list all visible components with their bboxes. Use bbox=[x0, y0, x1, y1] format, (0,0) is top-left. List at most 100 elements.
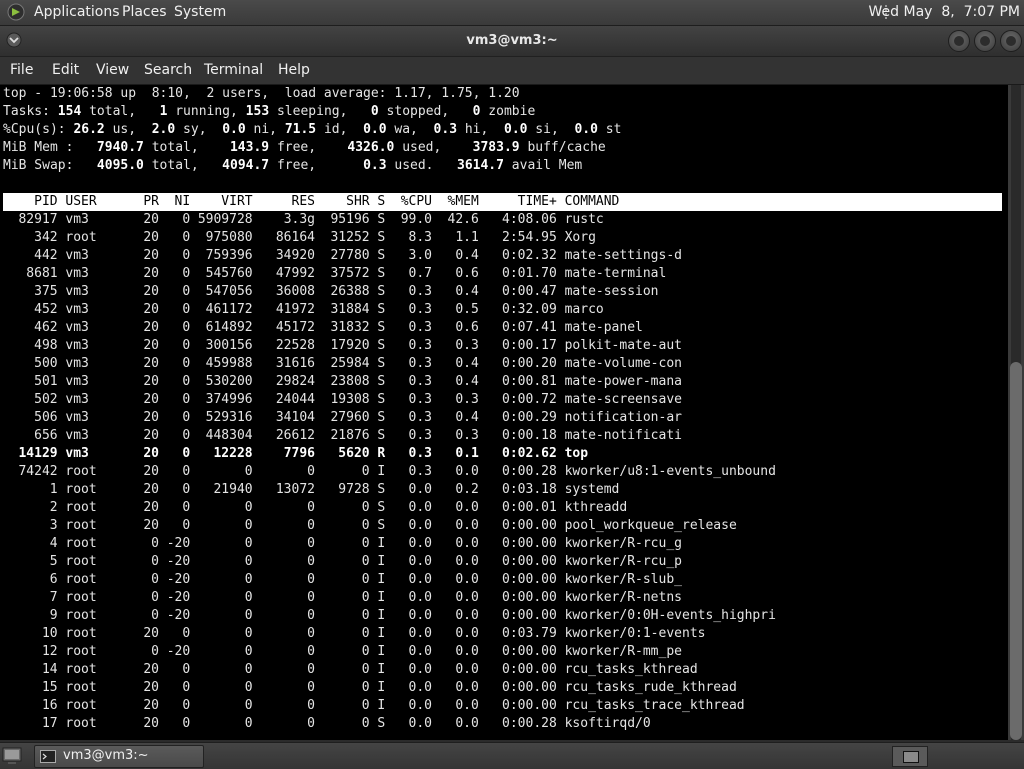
summary-segment: 3783.9 bbox=[472, 140, 520, 155]
table-cell: 374996 bbox=[205, 392, 253, 407]
table-cell: 0 bbox=[361, 716, 370, 731]
table-cell: 17 bbox=[41, 716, 58, 731]
table-cell: 20 bbox=[143, 626, 159, 641]
table-cell: 0:32.09 bbox=[502, 302, 557, 317]
table-cell: 31832 bbox=[330, 320, 370, 335]
table-cell: 502 bbox=[34, 392, 58, 407]
table-row: 452 vm3 20 0 461172 41972 31884 S 0.3 0.5 0:32.09 m… bbox=[3, 301, 1002, 319]
places-menu[interactable]: Places bbox=[122, 4, 167, 20]
table-cell: 41972 bbox=[275, 302, 315, 317]
system-menu[interactable]: System bbox=[174, 4, 226, 20]
table-cell: vm3 bbox=[65, 284, 89, 299]
table-cell: 300156 bbox=[205, 338, 253, 353]
table-cell: S bbox=[377, 500, 386, 515]
menu-view[interactable]: View bbox=[96, 62, 129, 78]
table-cell: vm3 bbox=[65, 320, 89, 335]
column-header: TIME+ bbox=[517, 194, 557, 209]
table-cell: 0 bbox=[244, 464, 253, 479]
summary-segment: MiB Swap: bbox=[3, 158, 97, 173]
table-cell: 0 bbox=[307, 680, 315, 695]
summary-line: %Cpu(s): 26.2 us, 2.0 sy, 0.0 ni, 71.5 i… bbox=[3, 121, 621, 139]
table-cell: 0:03.79 bbox=[502, 626, 557, 641]
table-cell: 34920 bbox=[275, 248, 315, 263]
summary-segment: used. bbox=[386, 158, 457, 173]
table-cell: 20 bbox=[143, 338, 159, 353]
table-cell: kworker/R-rcu_p bbox=[564, 554, 682, 569]
table-row: 82917 vm3 20 0 5909728 3.3g 95196 S 99.0 42.6 4:08… bbox=[3, 211, 1002, 229]
table-cell: 2 bbox=[49, 500, 58, 515]
workspace-switcher[interactable] bbox=[892, 746, 928, 767]
table-cell: 0:01.70 bbox=[502, 266, 557, 281]
menu-terminal[interactable]: Terminal bbox=[204, 62, 263, 78]
table-cell: 31616 bbox=[275, 356, 315, 371]
table-cell: 0 bbox=[182, 320, 191, 335]
table-cell: 975080 bbox=[205, 230, 253, 245]
table-cell: 0 bbox=[307, 644, 315, 659]
table-cell: mate-volume-con bbox=[564, 356, 682, 371]
taskbar-terminal-button[interactable]: vm3@vm3:~ bbox=[34, 745, 204, 768]
table-cell: 0 bbox=[361, 554, 370, 569]
applications-icon[interactable] bbox=[7, 3, 25, 21]
table-cell: 0 bbox=[361, 698, 370, 713]
table-cell: 0.0 bbox=[455, 590, 479, 605]
menu-search[interactable]: Search bbox=[144, 62, 192, 78]
table-cell: 20 bbox=[143, 500, 159, 515]
applications-menu[interactable]: Applications bbox=[34, 4, 120, 20]
menu-edit[interactable]: Edit bbox=[52, 62, 79, 78]
summary-segment: free, bbox=[269, 140, 348, 155]
clock[interactable]: Wed May 8, 7:07 PM bbox=[869, 4, 1020, 20]
table-cell: 20 bbox=[143, 356, 159, 371]
table-cell: root bbox=[65, 644, 97, 659]
summary-segment: hi, bbox=[457, 122, 504, 137]
summary-segment: 0.3 bbox=[433, 122, 458, 137]
show-desktop-icon[interactable] bbox=[2, 746, 22, 765]
table-cell: 23808 bbox=[330, 374, 370, 389]
table-cell: 0:00.00 bbox=[502, 572, 557, 587]
table-cell: 20 bbox=[143, 716, 159, 731]
table-cell: 21876 bbox=[330, 428, 370, 443]
table-row: 10 root 20 0 0 0 0 I 0.0 0.0 0:03.79 kworker/0:1-ev… bbox=[3, 625, 1002, 643]
table-cell: 0.7 bbox=[408, 266, 432, 281]
table-row: 14 root 20 0 0 0 0 I 0.0 0.0 0:00.00 rcu_tasks_kthr… bbox=[3, 661, 1002, 679]
terminal-scrollbar[interactable] bbox=[1008, 85, 1024, 740]
table-cell: 0 bbox=[307, 464, 315, 479]
table-cell: 0 bbox=[151, 536, 159, 551]
window-titlebar[interactable]: vm3@vm3:~ bbox=[0, 26, 1024, 57]
table-cell: -20 bbox=[166, 536, 191, 551]
table-cell: 0 bbox=[182, 392, 191, 407]
table-cell: 20 bbox=[143, 428, 159, 443]
table-cell: 461172 bbox=[205, 302, 253, 317]
table-cell: 0.0 bbox=[408, 680, 432, 695]
table-cell: 22528 bbox=[275, 338, 315, 353]
summary-segment: 153 bbox=[245, 104, 270, 119]
table-cell: I bbox=[377, 554, 386, 569]
table-cell: vm3 bbox=[65, 446, 89, 461]
table-cell: root bbox=[65, 536, 97, 551]
menu-help[interactable]: Help bbox=[278, 62, 310, 78]
table-cell: 1 bbox=[49, 482, 58, 497]
table-cell: 501 bbox=[34, 374, 58, 389]
close-button[interactable] bbox=[1000, 30, 1022, 52]
maximize-button[interactable] bbox=[974, 30, 996, 52]
table-cell: vm3 bbox=[65, 374, 89, 389]
table-cell: 0.0 bbox=[455, 608, 479, 623]
table-cell: 3 bbox=[49, 518, 58, 533]
table-cell: 0.4 bbox=[455, 356, 479, 371]
table-cell: rcu_tasks_trace_kthread bbox=[564, 698, 745, 713]
table-cell: root bbox=[65, 572, 97, 587]
table-cell: 0 bbox=[361, 662, 370, 677]
table-cell: S bbox=[377, 410, 386, 425]
table-cell: S bbox=[377, 284, 386, 299]
table-row: 7 root 0 -20 0 0 0 I 0.0 0.0 0:00.00 kworker/R-netn… bbox=[3, 589, 1002, 607]
table-cell: 0 bbox=[244, 698, 253, 713]
table-cell: 0:00.29 bbox=[502, 410, 557, 425]
minimize-button[interactable] bbox=[948, 30, 970, 52]
table-cell: 6 bbox=[49, 572, 58, 587]
table-cell: 0:00.47 bbox=[502, 284, 557, 299]
table-cell: 0 bbox=[182, 680, 191, 695]
table-cell: 342 bbox=[34, 230, 58, 245]
scrollbar-thumb[interactable] bbox=[1010, 362, 1022, 740]
table-cell: 0.3 bbox=[455, 428, 479, 443]
menu-file[interactable]: File bbox=[10, 62, 33, 78]
terminal-area[interactable]: top - 19:06:58 up 8:10, 2 users, load av… bbox=[0, 85, 1008, 740]
